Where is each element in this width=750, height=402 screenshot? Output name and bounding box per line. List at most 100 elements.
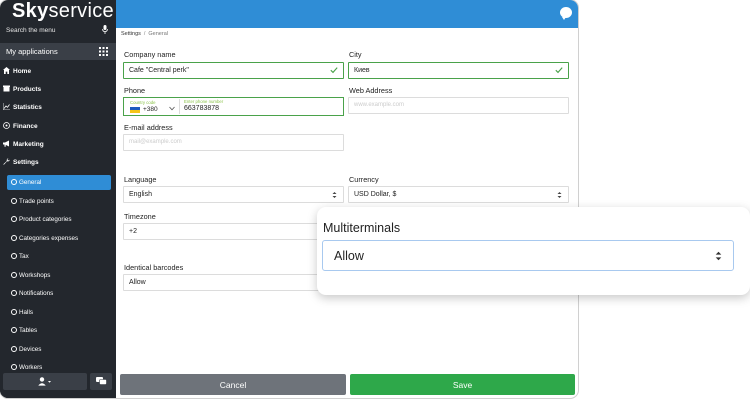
check-icon [330,67,338,74]
chat-button[interactable] [90,373,112,390]
circle-bullet-icon [11,309,17,315]
sidebar-subitem-label: Product categories [19,216,72,223]
city-value: Киев [354,67,370,74]
sidebar-subitem-label: General [19,179,42,186]
multiterminals-value: Allow [334,249,364,263]
breadcrumb-current: General [148,31,168,37]
sidebar-item-label: Marketing [13,141,44,148]
sidebar-item-home[interactable]: Home [0,65,116,79]
sidebar-item-finance[interactable]: Finance [0,120,116,134]
circle-bullet-icon [11,235,17,241]
city-input[interactable]: Киев [348,62,569,79]
country-code-select[interactable]: Country code +380 [126,99,180,114]
circle-bullet-icon [11,272,17,278]
sidebar-subitem-label: Tax [19,253,29,260]
sidebar-subitem-label: Halls [19,309,33,316]
sidebar-subitem-label: Devices [19,346,42,353]
save-button[interactable]: Save [350,374,575,395]
phone-number-input[interactable]: 663783878 [184,105,219,112]
web-address-input[interactable]: www.example.com [348,97,569,114]
circle-bullet-icon [11,179,17,185]
chat-icon [96,377,107,385]
timezone-select[interactable]: +2 [123,223,344,240]
sidebar-item-label: Home [13,68,32,75]
user-menu-button[interactable] [3,373,87,390]
select-arrows-icon [557,192,562,198]
grid-icon [99,47,108,56]
chart-icon [3,103,10,110]
sidebar-subitem-notifications[interactable]: Notifications [7,286,111,301]
multiterminals-select[interactable]: Allow [322,240,734,271]
circle-bullet-icon [11,290,17,296]
my-applications-label: My applications [6,47,58,56]
megaphone-icon [3,140,9,147]
sidebar-item-label: Statistics [13,104,42,111]
multiterminals-zoom-callout: Multiterminals Allow [317,207,750,295]
sidebar-item-statistics[interactable]: Statistics [0,101,116,115]
sidebar-item-marketing[interactable]: Marketing [0,138,116,152]
sidebar-subitem-product-categories[interactable]: Product categories [7,212,111,227]
check-icon [555,67,563,74]
company-name-input[interactable]: Cafe "Central perk" [123,62,344,79]
email-label: E-mail address [124,123,173,132]
logo: Skyservice [12,0,114,22]
sidebar-subitem-label: Workshops [19,272,51,279]
box-icon [3,85,10,92]
sidebar-subitem-tables[interactable]: Tables [7,323,111,338]
company-name-value: Cafe "Central perk" [129,67,189,74]
sidebar-subitem-halls[interactable]: Halls [7,305,111,320]
ukraine-flag-icon [130,107,140,113]
top-bar [116,0,578,28]
circle-bullet-icon [11,327,17,333]
language-value: English [129,191,152,198]
language-label: Language [124,175,157,184]
timezone-value: +2 [129,228,137,235]
identical-barcodes-value: Allow [129,279,146,286]
identical-barcodes-select[interactable]: Allow [123,274,344,291]
sidebar-item-label: Products [13,86,42,93]
breadcrumb: Settings / General [121,31,168,37]
web-address-label: Web Address [349,86,393,95]
email-input[interactable]: mail@example.com [123,134,344,151]
web-address-placeholder: www.example.com [354,102,405,108]
sidebar-item-label: Settings [13,159,39,166]
app-window: Skyservice Search the menu My applicatio… [0,0,578,398]
phone-number-label: Enter phone number [184,99,224,104]
home-icon [3,67,10,74]
circle-bullet-icon [11,253,17,259]
my-applications-button[interactable]: My applications [0,43,116,60]
company-name-label: Company name [124,50,176,59]
support-chat-icon[interactable] [560,7,572,20]
sidebar-subitem-tax[interactable]: Tax [7,249,111,264]
identical-barcodes-label: Identical barcodes [124,263,184,272]
breadcrumb-root[interactable]: Settings [121,31,141,37]
finance-icon [3,122,10,129]
sidebar-subitem-general[interactable]: General [7,175,111,190]
user-icon [38,377,51,386]
phone-label: Phone [124,86,146,95]
chevron-down-icon [169,106,175,111]
currency-value: USD Dollar, $ [354,191,397,198]
sidebar-subitem-categories-expenses[interactable]: Categories expenses [7,231,111,246]
currency-select[interactable]: USD Dollar, $ [348,186,569,203]
circle-bullet-icon [11,346,17,352]
sidebar-item-settings[interactable]: Settings [0,156,116,170]
menu-search[interactable]: Search the menu [0,24,116,38]
sidebar-subitem-label: Tables [19,327,38,334]
sidebar-subitem-devices[interactable]: Devices [7,342,111,357]
sidebar-subitem-workshops[interactable]: Workshops [7,268,111,283]
microphone-icon[interactable] [102,25,108,34]
breadcrumb-separator: / [143,31,146,37]
sidebar-subitem-label: Trade points [19,198,54,205]
circle-bullet-icon [11,216,17,222]
menu-search-placeholder: Search the menu [6,27,56,34]
sidebar-item-products[interactable]: Products [0,83,116,97]
sidebar-subitem-trade-points[interactable]: Trade points [7,194,111,209]
sidebar-subitem-label: Categories expenses [19,235,79,242]
circle-bullet-icon [11,198,17,204]
cancel-button[interactable]: Cancel [120,374,346,395]
city-label: City [349,50,362,59]
language-select[interactable]: English [123,186,344,203]
select-arrows-icon [332,192,337,198]
email-placeholder: mail@example.com [129,139,182,145]
